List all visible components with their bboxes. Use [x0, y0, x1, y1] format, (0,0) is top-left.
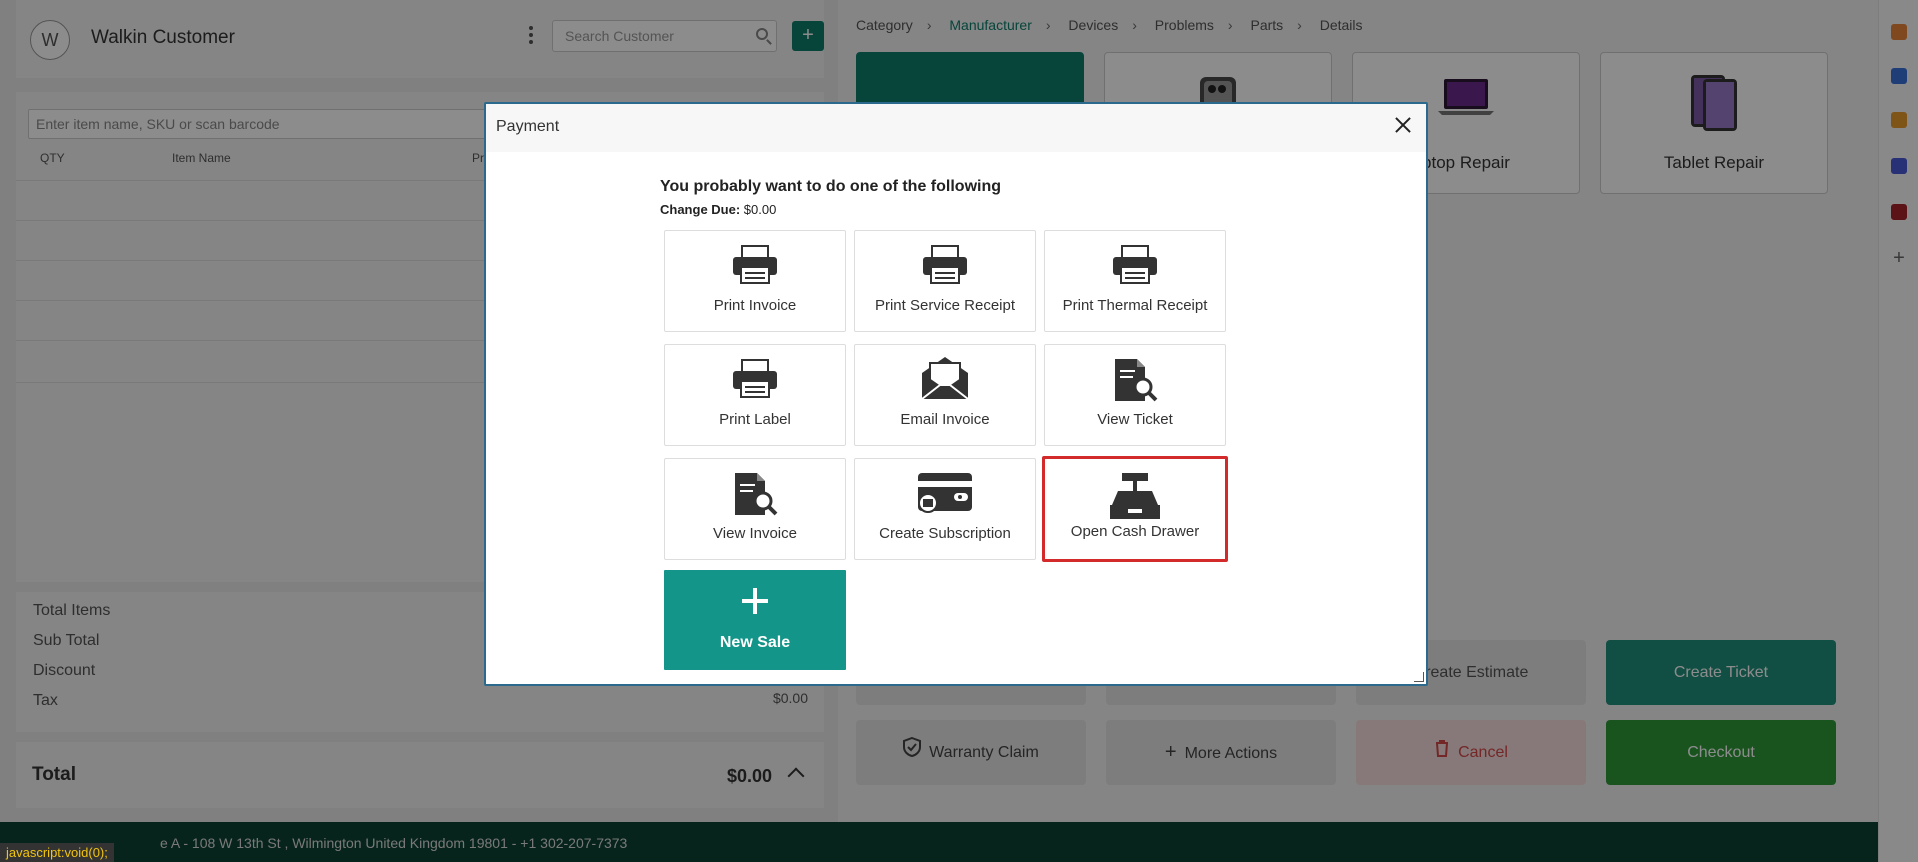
modal-title: Payment	[496, 118, 560, 135]
open-cash-drawer-button[interactable]: Open Cash Drawer	[1042, 456, 1228, 562]
close-icon[interactable]	[1394, 116, 1412, 134]
printer-icon	[730, 359, 780, 403]
create-subscription-label: Create Subscription	[879, 525, 1011, 542]
open-cash-drawer-label: Open Cash Drawer	[1070, 523, 1200, 540]
document-search-icon	[1111, 357, 1159, 407]
modal-header: Payment	[486, 104, 1426, 152]
print-thermal-receipt-label: Print Thermal Receipt	[1062, 297, 1208, 314]
print-label-button[interactable]: Print Label	[664, 344, 846, 446]
print-thermal-receipt-button[interactable]: Print Thermal Receipt	[1044, 230, 1226, 332]
modal-prompt: You probably want to do one of the follo…	[660, 178, 1001, 195]
change-due: Change Due: $0.00	[660, 202, 776, 217]
payment-modal: Payment You probably want to do one of t…	[484, 102, 1428, 686]
new-sale-label: New Sale	[719, 634, 791, 651]
change-due-label: Change Due:	[660, 202, 741, 217]
plus-icon	[740, 586, 770, 616]
view-invoice-label: View Invoice	[713, 525, 797, 542]
print-service-receipt-button[interactable]: Print Service Receipt	[854, 230, 1036, 332]
view-invoice-button[interactable]: View Invoice	[664, 458, 846, 560]
create-subscription-button[interactable]: Create Subscription	[854, 458, 1036, 560]
print-invoice-button[interactable]: Print Invoice	[664, 230, 846, 332]
change-due-value: $0.00	[743, 202, 777, 217]
status-bar-link: javascript:void(0);	[0, 843, 114, 862]
resize-handle-icon[interactable]	[1414, 672, 1424, 682]
view-ticket-label: View Ticket	[1097, 411, 1173, 428]
printer-icon	[730, 245, 780, 289]
document-search-icon	[731, 471, 779, 521]
print-invoice-label: Print Invoice	[713, 297, 797, 314]
printer-icon	[1110, 245, 1160, 289]
new-sale-button[interactable]: New Sale	[664, 570, 846, 670]
print-label-label: Print Label	[719, 411, 791, 428]
email-invoice-label: Email Invoice	[900, 411, 990, 428]
email-invoice-button[interactable]: Email Invoice	[854, 344, 1036, 446]
credit-card-icon	[916, 471, 974, 519]
printer-icon	[920, 245, 970, 289]
envelope-icon	[920, 355, 970, 405]
cash-register-icon	[1108, 471, 1162, 525]
print-service-receipt-label: Print Service Receipt	[874, 297, 1016, 314]
view-ticket-button[interactable]: View Ticket	[1044, 344, 1226, 446]
